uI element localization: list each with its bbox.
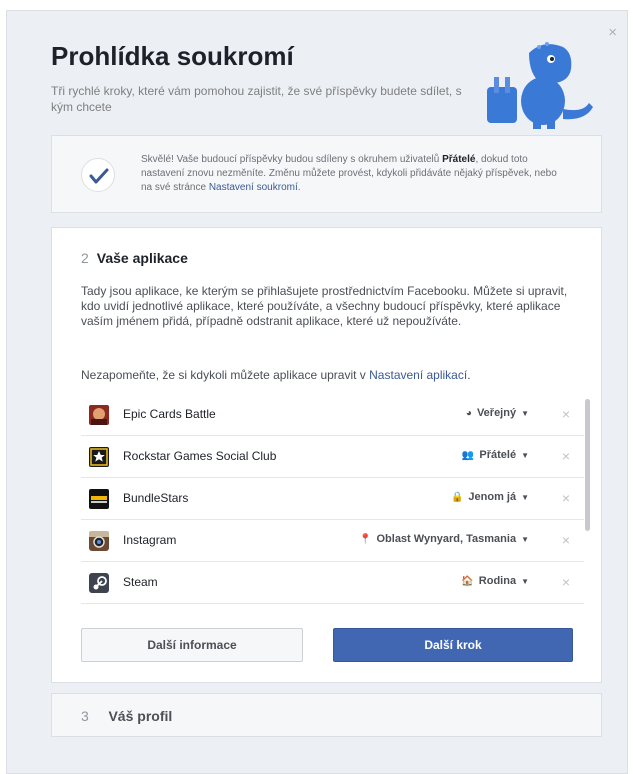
checkmark-icon bbox=[81, 158, 115, 192]
audience-selector[interactable]: 🏠 Rodina ▼ bbox=[461, 575, 529, 587]
audience-selector[interactable]: 📍 Oblast Wynyard, Tasmania ▼ bbox=[359, 533, 529, 545]
house-icon: 🏠 bbox=[461, 575, 474, 587]
notice-text: Skvělé! Vaše budoucí příspěvky budou sdí… bbox=[141, 154, 557, 193]
steam-app-icon bbox=[89, 573, 109, 593]
apps-description: Tady jsou aplikace, ke kterým se přihlaš… bbox=[81, 284, 568, 328]
remove-app-icon[interactable]: × bbox=[562, 574, 570, 590]
remove-app-icon[interactable]: × bbox=[562, 448, 570, 464]
globe-icon: ◕ bbox=[465, 407, 472, 419]
list-item: BundleStars 🔒 Jenom já ▼ × bbox=[81, 478, 584, 520]
audience-selector[interactable]: ◕ Veřejný ▼ bbox=[466, 407, 529, 419]
audience-selector[interactable]: 👥 Přátelé ▼ bbox=[462, 449, 529, 461]
notice-audience: Přátelé bbox=[442, 154, 476, 165]
bundlestars-app-icon bbox=[89, 489, 109, 509]
app-name: Instagram bbox=[123, 533, 177, 547]
page-subtitle: Tři rychlé kroky, které vám pomohou zaji… bbox=[51, 84, 462, 114]
app-name: Steam bbox=[123, 575, 158, 589]
friends-icon: 👥 bbox=[461, 449, 475, 461]
step-heading: 3 Váš profil bbox=[81, 708, 173, 724]
list-item: Rockstar Games Social Club 👥 Přátelé ▼ × bbox=[81, 436, 584, 478]
chevron-down-icon: ▼ bbox=[521, 450, 529, 460]
apps-reminder: Nezapomeňte, že si kdykoli můžete aplika… bbox=[81, 368, 471, 382]
chevron-down-icon: ▼ bbox=[521, 492, 529, 502]
list-item: Steam 🏠 Rodina ▼ × bbox=[81, 562, 584, 604]
more-info-button[interactable]: Další informace bbox=[81, 628, 303, 662]
remove-app-icon[interactable]: × bbox=[562, 490, 570, 506]
next-step-button[interactable]: Další krok bbox=[333, 628, 573, 662]
instagram-app-icon bbox=[89, 531, 109, 551]
chevron-down-icon: ▼ bbox=[521, 408, 529, 418]
location-pin-icon: 📍 bbox=[359, 533, 372, 545]
app-list-scrollbar[interactable] bbox=[585, 399, 590, 531]
audience-selector[interactable]: 🔒 Jenom já ▼ bbox=[451, 491, 529, 503]
close-icon[interactable]: × bbox=[608, 25, 617, 40]
privacy-checkup-dialog: × Prohlídka soukromí Tři rychlé kroky, k… bbox=[6, 10, 628, 774]
privacy-dinosaur-mascot-icon bbox=[487, 42, 593, 129]
chevron-down-icon: ▼ bbox=[521, 534, 529, 544]
app-settings-link[interactable]: Nastavení aplikací bbox=[369, 368, 467, 382]
lock-icon: 🔒 bbox=[450, 491, 464, 503]
app-list: Epic Cards Battle ◕ Veřejný ▼ × Rockstar G… bbox=[81, 394, 584, 604]
app-name: BundleStars bbox=[123, 491, 189, 505]
profile-step-card[interactable]: 3 Váš profil bbox=[51, 693, 602, 737]
list-item: Instagram 📍 Oblast Wynyard, Tasmania ▼ × bbox=[81, 520, 584, 562]
rockstar-app-icon bbox=[89, 447, 109, 467]
privacy-settings-link[interactable]: Nastavení soukromí bbox=[209, 182, 298, 193]
app-name: Rockstar Games Social Club bbox=[123, 449, 277, 463]
epic-cards-app-icon bbox=[89, 405, 109, 425]
list-item: Epic Cards Battle ◕ Veřejný ▼ × bbox=[81, 394, 584, 436]
remove-app-icon[interactable]: × bbox=[562, 406, 570, 422]
remove-app-icon[interactable]: × bbox=[562, 532, 570, 548]
apps-step-card: 2 Vaše aplikace Tady jsou aplikace, ke kt… bbox=[51, 227, 602, 683]
chevron-down-icon: ▼ bbox=[521, 576, 529, 586]
notice-panel: Skvělé! Vaše budoucí příspěvky budou sdí… bbox=[51, 135, 602, 213]
step-heading: 2 Vaše aplikace bbox=[81, 250, 188, 266]
page-title: Prohlídka soukromí bbox=[51, 41, 294, 71]
app-name: Epic Cards Battle bbox=[123, 407, 216, 421]
